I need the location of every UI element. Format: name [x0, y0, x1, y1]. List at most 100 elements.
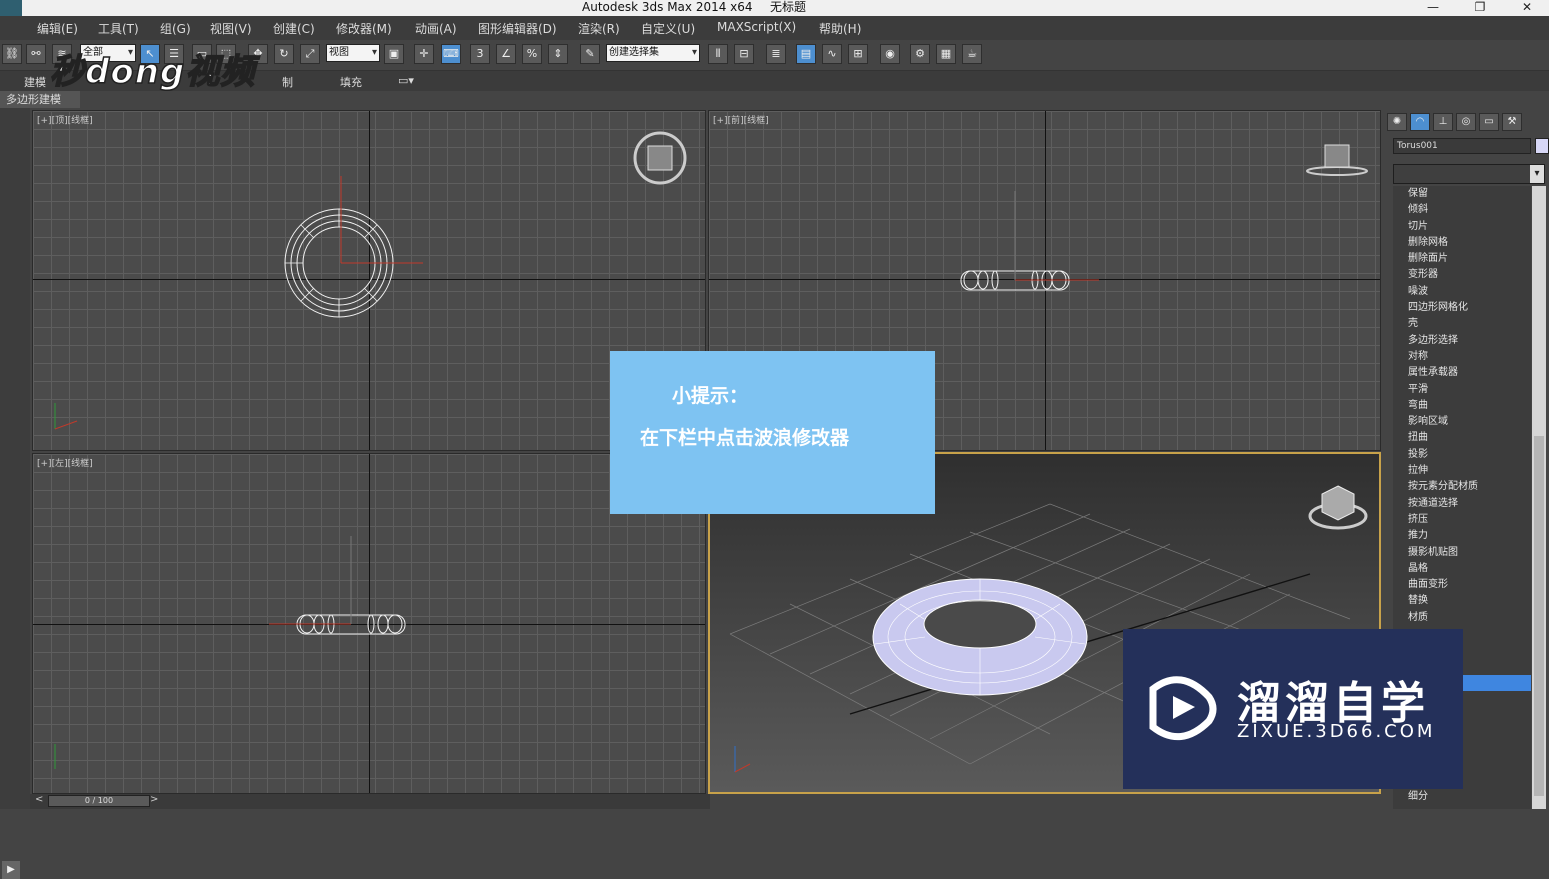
- motion-tab-icon[interactable]: ◎: [1456, 113, 1476, 131]
- keyboard-shortcut-override-icon[interactable]: ⌨: [441, 44, 461, 64]
- modifier-list-item[interactable]: 四边形网格化: [1393, 300, 1531, 316]
- menu-create[interactable]: 创建(C): [273, 20, 315, 37]
- unlink-icon[interactable]: ⚯: [26, 44, 46, 64]
- app-logo-icon[interactable]: [0, 0, 22, 16]
- modifier-list-scrollbar[interactable]: [1532, 186, 1546, 809]
- modify-tab-icon[interactable]: ◠: [1410, 113, 1430, 131]
- modifier-list-item[interactable]: 弯曲: [1393, 398, 1531, 414]
- modifier-list-item[interactable]: 多边形选择: [1393, 333, 1531, 349]
- modifier-list-item[interactable]: 倾斜: [1393, 202, 1531, 218]
- time-slider[interactable]: < 0 / 100 >: [30, 794, 710, 809]
- zixue-brand-watermark: 溜溜自学 ZIXUE.3D66.COM: [1123, 629, 1463, 789]
- modifier-list-item[interactable]: 删除面片: [1393, 251, 1531, 267]
- modifier-list-item[interactable]: 推力: [1393, 528, 1531, 544]
- select-manipulate-icon[interactable]: ✛: [414, 44, 434, 64]
- modifier-list-item[interactable]: 切片: [1393, 219, 1531, 235]
- modifier-list-item[interactable]: 晶格: [1393, 561, 1531, 577]
- menu-rendering[interactable]: 渲染(R): [578, 20, 620, 37]
- ribbon-tab-populate[interactable]: 填充: [340, 74, 362, 90]
- pivot-center-icon[interactable]: ▣: [384, 44, 404, 64]
- scrollbar-thumb[interactable]: [1534, 436, 1544, 796]
- brand-name-en: ZIXUE.3D66.COM: [1237, 721, 1436, 742]
- utilities-tab-icon[interactable]: ⚒: [1502, 113, 1522, 131]
- modifier-list-item[interactable]: 噪波: [1393, 284, 1531, 300]
- modifier-list-item[interactable]: 按元素分配材质: [1393, 479, 1531, 495]
- percent-snap-icon[interactable]: %: [522, 44, 542, 64]
- modifier-list-item[interactable]: 替换: [1393, 593, 1531, 609]
- snaps-toggle-icon[interactable]: 3: [470, 44, 490, 64]
- modifier-list-item[interactable]: 变形器: [1393, 267, 1531, 283]
- modifier-list-item[interactable]: 材质: [1393, 610, 1531, 626]
- next-frame-button[interactable]: >: [150, 794, 158, 805]
- chevron-down-icon: ▾: [371, 47, 377, 58]
- viewcube-icon[interactable]: [1306, 482, 1370, 534]
- rendered-frame-window-icon[interactable]: ▦: [936, 44, 956, 64]
- modifier-list-item[interactable]: 影响区域: [1393, 414, 1531, 430]
- ribbon-tab-freeform[interactable]: 制: [282, 74, 293, 90]
- link-icon[interactable]: ⛓: [2, 44, 22, 64]
- mirror-icon[interactable]: ⫴: [708, 44, 728, 64]
- modifier-list-item[interactable]: 挤压: [1393, 512, 1531, 528]
- modifier-list-item[interactable]: 保留: [1393, 186, 1531, 202]
- layer-manager-icon[interactable]: ≣: [766, 44, 786, 64]
- viewcube-icon[interactable]: [1305, 141, 1369, 181]
- select-rotate-icon[interactable]: ↻: [274, 44, 294, 64]
- modifier-list-item[interactable]: 壳: [1393, 316, 1531, 332]
- maximize-button[interactable]: ❐: [1465, 0, 1495, 16]
- close-button[interactable]: ✕: [1512, 0, 1542, 16]
- modifier-list-item[interactable]: 删除网格: [1393, 235, 1531, 251]
- polygon-modeling-tab[interactable]: 多边形建模: [0, 91, 80, 108]
- menu-graph-editors[interactable]: 图形编辑器(D): [478, 20, 557, 37]
- modifier-list-item[interactable]: 扭曲: [1393, 430, 1531, 446]
- viewport-left[interactable]: [+][左][线框]: [32, 453, 706, 794]
- ribbon-options-icon[interactable]: ▭▾: [398, 74, 414, 87]
- menu-group[interactable]: 组(G): [160, 20, 191, 37]
- angle-snap-icon[interactable]: ∠: [496, 44, 516, 64]
- select-scale-icon[interactable]: ⤢: [300, 44, 320, 64]
- menu-edit[interactable]: 编辑(E): [37, 20, 78, 37]
- object-color-swatch[interactable]: [1535, 138, 1549, 154]
- minimize-button[interactable]: —: [1418, 0, 1448, 16]
- menu-customize[interactable]: 自定义(U): [641, 20, 695, 37]
- spinner-snap-icon[interactable]: ⇕: [548, 44, 568, 64]
- modifier-list-item[interactable]: 对称: [1393, 349, 1531, 365]
- display-tab-icon[interactable]: ▭: [1479, 113, 1499, 131]
- menu-maxscript[interactable]: MAXScript(X): [717, 20, 796, 34]
- menu-modifiers[interactable]: 修改器(M): [336, 20, 392, 37]
- ribbon-tab-modeling[interactable]: 建模: [24, 74, 46, 90]
- modifier-list-item[interactable]: 平滑: [1393, 382, 1531, 398]
- play-icon[interactable]: ▶: [2, 861, 20, 879]
- viewport-top[interactable]: [+][顶][线框]: [32, 110, 706, 451]
- menu-views[interactable]: 视图(V): [210, 20, 252, 37]
- graphite-tools-icon[interactable]: ▤: [796, 44, 816, 64]
- align-icon[interactable]: ⊟: [734, 44, 754, 64]
- prev-frame-button[interactable]: <: [35, 794, 43, 805]
- chevron-down-icon[interactable]: ▾: [1530, 165, 1544, 183]
- edit-named-selection-icon[interactable]: ✎: [580, 44, 600, 64]
- modifier-list-item[interactable]: 按通道选择: [1393, 496, 1531, 512]
- viewcube-icon[interactable]: [631, 131, 689, 189]
- document-title: 无标题: [770, 0, 807, 14]
- modifier-list-item[interactable]: 曲面变形: [1393, 577, 1531, 593]
- modifier-list-item[interactable]: 摄影机贴图: [1393, 545, 1531, 561]
- menu-tools[interactable]: 工具(T): [98, 20, 139, 37]
- modifier-list-dropdown[interactable]: ▾: [1393, 164, 1545, 184]
- curve-editor-icon[interactable]: ∿: [822, 44, 842, 64]
- modifier-list-item[interactable]: 投影: [1393, 447, 1531, 463]
- hierarchy-tab-icon[interactable]: ⊥: [1433, 113, 1453, 131]
- reference-coordinate-dropdown[interactable]: 视图 ▾: [326, 44, 380, 62]
- material-editor-icon[interactable]: ◉: [880, 44, 900, 64]
- modifier-list-item[interactable]: 属性承载器: [1393, 365, 1531, 381]
- menu-help[interactable]: 帮助(H): [819, 20, 861, 37]
- object-name-field[interactable]: Torus001: [1393, 138, 1531, 154]
- named-selection-dropdown[interactable]: 创建选择集 ▾: [606, 44, 700, 62]
- time-slider-thumb[interactable]: 0 / 100: [48, 795, 150, 807]
- window-title: Autodesk 3ds Max 2014 x64: [582, 0, 753, 14]
- modifier-list-item[interactable]: 拉伸: [1393, 463, 1531, 479]
- menu-animation[interactable]: 动画(A): [415, 20, 457, 37]
- schematic-view-icon[interactable]: ⊞: [848, 44, 868, 64]
- render-production-icon[interactable]: ☕: [962, 44, 982, 64]
- modifier-list-item[interactable]: 细分: [1393, 789, 1531, 805]
- create-tab-icon[interactable]: ✺: [1387, 113, 1407, 131]
- render-setup-icon[interactable]: ⚙: [910, 44, 930, 64]
